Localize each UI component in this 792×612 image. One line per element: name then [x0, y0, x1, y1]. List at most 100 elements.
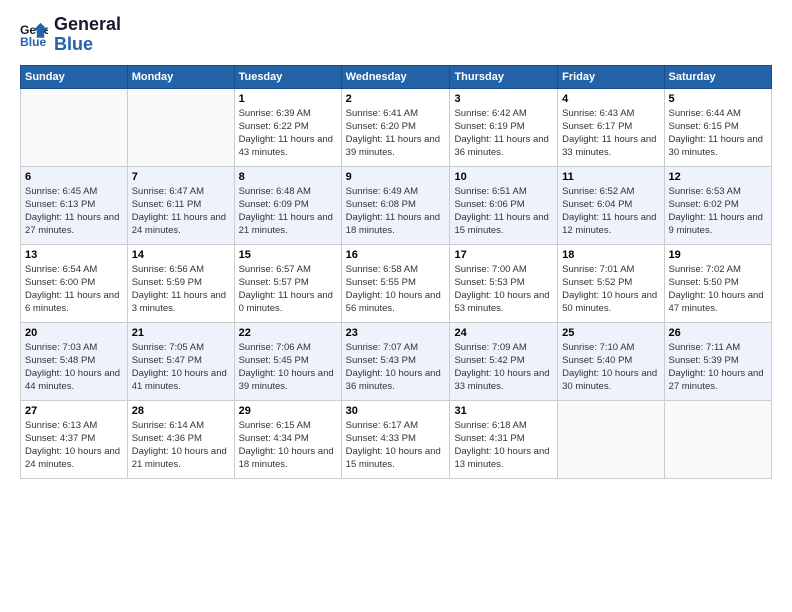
day-info: Sunrise: 6:57 AM Sunset: 5:57 PM Dayligh… [239, 263, 337, 316]
calendar-week-row: 6 Sunrise: 6:45 AM Sunset: 6:13 PM Daylig… [21, 166, 772, 244]
calendar-cell: 29Sunrise: 6:15 AM Sunset: 4:34 PM Dayli… [234, 400, 341, 478]
day-number: 21 [132, 327, 230, 339]
calendar-cell: 5Sunrise: 6:44 AM Sunset: 6:15 PM Daylig… [664, 88, 771, 166]
day-number: 28 [132, 405, 230, 417]
day-info: Sunrise: 7:07 AM Sunset: 5:43 PM Dayligh… [346, 341, 446, 394]
day-info: Sunrise: 7:01 AM Sunset: 5:52 PM Dayligh… [562, 263, 659, 316]
day-number: 6 [25, 171, 123, 183]
calendar-week-row: 1 Sunrise: 6:39 AM Sunset: 6:22 PM Daylig… [21, 88, 772, 166]
day-info: Sunrise: 6:52 AM Sunset: 6:04 PM Dayligh… [562, 185, 659, 238]
day-number: 7 [132, 171, 230, 183]
calendar-cell: 3Sunrise: 6:42 AM Sunset: 6:19 PM Daylig… [450, 88, 558, 166]
day-number: 11 [562, 171, 659, 183]
calendar-cell [127, 88, 234, 166]
day-info: Sunrise: 6:48 AM Sunset: 6:09 PM Dayligh… [239, 185, 337, 238]
day-info: Sunrise: 6:45 AM Sunset: 6:13 PM Dayligh… [25, 185, 123, 238]
day-number: 27 [25, 405, 123, 417]
day-info: Sunrise: 6:58 AM Sunset: 5:55 PM Dayligh… [346, 263, 446, 316]
day-number: 12 [669, 171, 767, 183]
day-number: 14 [132, 249, 230, 261]
logo-icon: General Blue [20, 21, 48, 49]
day-info: Sunrise: 7:11 AM Sunset: 5:39 PM Dayligh… [669, 341, 767, 394]
calendar-cell: 19Sunrise: 7:02 AM Sunset: 5:50 PM Dayli… [664, 244, 771, 322]
day-info: Sunrise: 6:47 AM Sunset: 6:11 PM Dayligh… [132, 185, 230, 238]
day-info: Sunrise: 6:43 AM Sunset: 6:17 PM Dayligh… [562, 107, 659, 160]
calendar-cell: 16 Sunrise: 6:58 AM Sunset: 5:55 PM Dayli… [341, 244, 450, 322]
calendar-cell: 11 Sunrise: 6:52 AM Sunset: 6:04 PM Dayli… [558, 166, 664, 244]
calendar-cell: 25 Sunrise: 7:10 AM Sunset: 5:40 PM Dayli… [558, 322, 664, 400]
day-info: Sunrise: 6:53 AM Sunset: 6:02 PM Dayligh… [669, 185, 767, 238]
day-info: Sunrise: 7:05 AM Sunset: 5:47 PM Dayligh… [132, 341, 230, 394]
day-number: 4 [562, 93, 659, 105]
calendar-cell [664, 400, 771, 478]
calendar-cell: 26 Sunrise: 7:11 AM Sunset: 5:39 PM Dayli… [664, 322, 771, 400]
calendar-header-row: SundayMondayTuesdayWednesdayThursdayFrid… [21, 65, 772, 88]
calendar-cell: 15 Sunrise: 6:57 AM Sunset: 5:57 PM Dayli… [234, 244, 341, 322]
calendar-cell: 8 Sunrise: 6:48 AM Sunset: 6:09 PM Daylig… [234, 166, 341, 244]
weekday-header: Thursday [450, 65, 558, 88]
day-number: 25 [562, 327, 659, 339]
calendar-cell: 24 Sunrise: 7:09 AM Sunset: 5:42 PM Dayli… [450, 322, 558, 400]
day-number: 10 [454, 171, 553, 183]
day-number: 2 [346, 93, 446, 105]
page: General Blue General Blue SundayMondayTu… [0, 0, 792, 612]
day-number: 24 [454, 327, 553, 339]
day-info: Sunrise: 7:03 AM Sunset: 5:48 PM Dayligh… [25, 341, 123, 394]
weekday-header: Tuesday [234, 65, 341, 88]
weekday-header: Friday [558, 65, 664, 88]
day-info: Sunrise: 7:00 AM Sunset: 5:53 PM Dayligh… [454, 263, 553, 316]
calendar-cell: 30Sunrise: 6:17 AM Sunset: 4:33 PM Dayli… [341, 400, 450, 478]
day-number: 20 [25, 327, 123, 339]
day-number: 18 [562, 249, 659, 261]
calendar-cell: 13Sunrise: 6:54 AM Sunset: 6:00 PM Dayli… [21, 244, 128, 322]
day-info: Sunrise: 7:09 AM Sunset: 5:42 PM Dayligh… [454, 341, 553, 394]
calendar-cell: 23Sunrise: 7:07 AM Sunset: 5:43 PM Dayli… [341, 322, 450, 400]
day-info: Sunrise: 6:54 AM Sunset: 6:00 PM Dayligh… [25, 263, 123, 316]
weekday-header: Monday [127, 65, 234, 88]
calendar-week-row: 13Sunrise: 6:54 AM Sunset: 6:00 PM Dayli… [21, 244, 772, 322]
day-info: Sunrise: 6:39 AM Sunset: 6:22 PM Dayligh… [239, 107, 337, 160]
day-info: Sunrise: 6:13 AM Sunset: 4:37 PM Dayligh… [25, 419, 123, 472]
header: General Blue General Blue [20, 15, 772, 55]
day-number: 29 [239, 405, 337, 417]
calendar-cell: 27 Sunrise: 6:13 AM Sunset: 4:37 PM Dayli… [21, 400, 128, 478]
day-info: Sunrise: 7:06 AM Sunset: 5:45 PM Dayligh… [239, 341, 337, 394]
day-number: 9 [346, 171, 446, 183]
day-number: 26 [669, 327, 767, 339]
day-number: 3 [454, 93, 553, 105]
calendar-cell: 31 Sunrise: 6:18 AM Sunset: 4:31 PM Dayli… [450, 400, 558, 478]
day-info: Sunrise: 6:17 AM Sunset: 4:33 PM Dayligh… [346, 419, 446, 472]
calendar-week-row: 20 Sunrise: 7:03 AM Sunset: 5:48 PM Dayli… [21, 322, 772, 400]
calendar-cell [21, 88, 128, 166]
logo-text-general: General [54, 15, 121, 35]
weekday-header: Wednesday [341, 65, 450, 88]
day-info: Sunrise: 7:10 AM Sunset: 5:40 PM Dayligh… [562, 341, 659, 394]
day-number: 31 [454, 405, 553, 417]
day-info: Sunrise: 6:18 AM Sunset: 4:31 PM Dayligh… [454, 419, 553, 472]
calendar-cell: 2 Sunrise: 6:41 AM Sunset: 6:20 PM Daylig… [341, 88, 450, 166]
day-number: 16 [346, 249, 446, 261]
weekday-header: Saturday [664, 65, 771, 88]
day-info: Sunrise: 6:51 AM Sunset: 6:06 PM Dayligh… [454, 185, 553, 238]
logo: General Blue General Blue [20, 15, 121, 55]
calendar-cell: 18 Sunrise: 7:01 AM Sunset: 5:52 PM Dayli… [558, 244, 664, 322]
calendar-cell: 10 Sunrise: 6:51 AM Sunset: 6:06 PM Dayli… [450, 166, 558, 244]
day-number: 15 [239, 249, 337, 261]
calendar-table: SundayMondayTuesdayWednesdayThursdayFrid… [20, 65, 772, 479]
day-info: Sunrise: 6:41 AM Sunset: 6:20 PM Dayligh… [346, 107, 446, 160]
calendar-cell: 21 Sunrise: 7:05 AM Sunset: 5:47 PM Dayli… [127, 322, 234, 400]
calendar-cell: 22Sunrise: 7:06 AM Sunset: 5:45 PM Dayli… [234, 322, 341, 400]
calendar-cell: 14 Sunrise: 6:56 AM Sunset: 5:59 PM Dayli… [127, 244, 234, 322]
day-info: Sunrise: 6:49 AM Sunset: 6:08 PM Dayligh… [346, 185, 446, 238]
day-info: Sunrise: 6:44 AM Sunset: 6:15 PM Dayligh… [669, 107, 767, 160]
calendar-cell: 28 Sunrise: 6:14 AM Sunset: 4:36 PM Dayli… [127, 400, 234, 478]
calendar-cell: 1 Sunrise: 6:39 AM Sunset: 6:22 PM Daylig… [234, 88, 341, 166]
day-number: 1 [239, 93, 337, 105]
calendar-cell: 4 Sunrise: 6:43 AM Sunset: 6:17 PM Daylig… [558, 88, 664, 166]
weekday-header: Sunday [21, 65, 128, 88]
day-number: 17 [454, 249, 553, 261]
day-number: 8 [239, 171, 337, 183]
calendar-cell: 9 Sunrise: 6:49 AM Sunset: 6:08 PM Daylig… [341, 166, 450, 244]
day-info: Sunrise: 6:14 AM Sunset: 4:36 PM Dayligh… [132, 419, 230, 472]
day-info: Sunrise: 6:56 AM Sunset: 5:59 PM Dayligh… [132, 263, 230, 316]
